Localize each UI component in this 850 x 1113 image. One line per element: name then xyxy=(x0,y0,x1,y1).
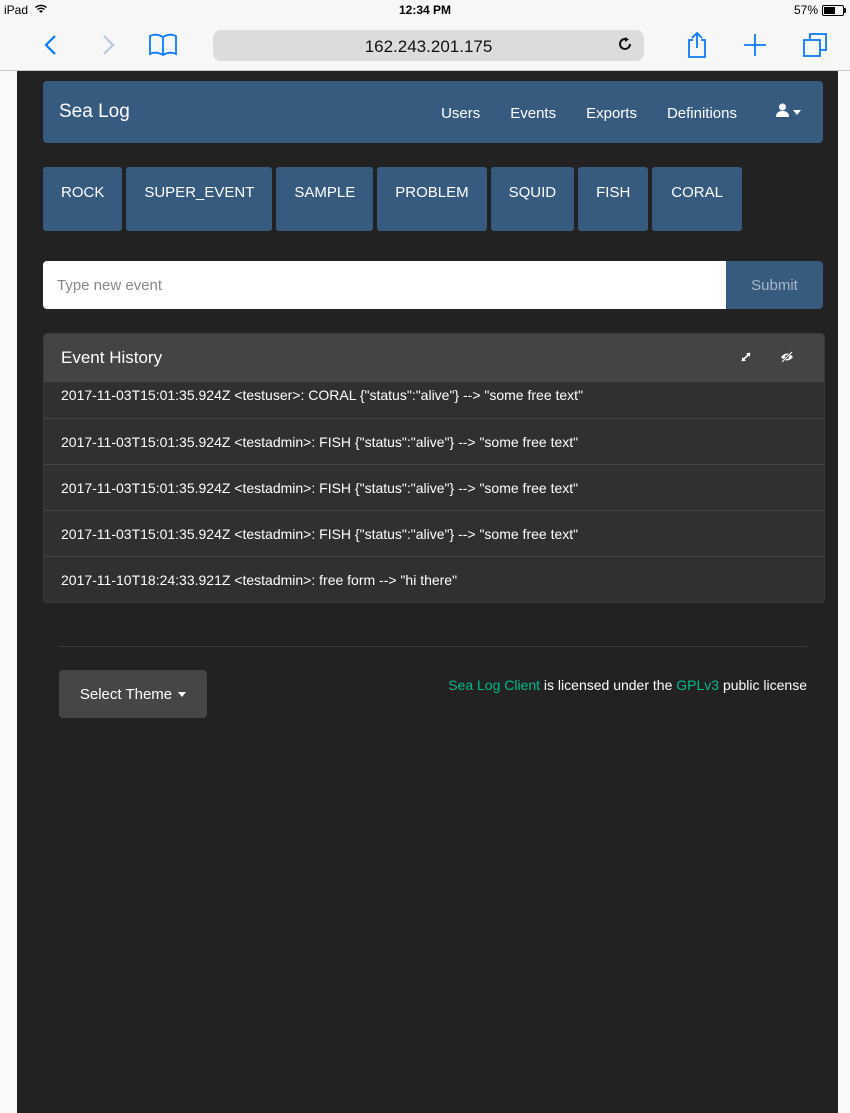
chevron-down-icon xyxy=(793,110,801,115)
panel-header: Event History xyxy=(44,334,824,382)
event-row: 2017-11-03T15:01:35.924Z <testuser>: COR… xyxy=(61,387,584,403)
expand-icon[interactable] xyxy=(740,350,752,368)
tabs-icon[interactable] xyxy=(800,30,830,60)
category-button-problem[interactable]: PROBLEM xyxy=(377,167,487,231)
forward-icon[interactable] xyxy=(93,30,123,60)
new-event-input[interactable] xyxy=(43,261,726,309)
new-event-form: Submit xyxy=(43,261,823,309)
event-row: 2017-11-03T15:01:35.924Z <testadmin>: FI… xyxy=(44,464,824,510)
nav-events[interactable]: Events xyxy=(510,105,556,122)
new-tab-icon[interactable] xyxy=(740,30,770,60)
submit-button[interactable]: Submit xyxy=(726,261,823,309)
event-list: 2017-11-03T15:01:35.924Z <testuser>: COR… xyxy=(44,382,824,602)
eye-slash-icon[interactable] xyxy=(780,350,794,368)
select-theme-button[interactable]: Select Theme xyxy=(59,670,207,718)
footer-divider xyxy=(59,646,807,647)
clock: 12:34 PM xyxy=(398,3,452,17)
event-row: 2017-11-03T15:01:35.924Z <testadmin>: FI… xyxy=(44,418,824,464)
nav-definitions[interactable]: Definitions xyxy=(667,105,737,122)
user-menu-button[interactable] xyxy=(776,103,801,122)
status-bar: iPad 12:34 PM 57% xyxy=(0,0,850,22)
gplv3-link[interactable]: GPLv3 xyxy=(676,677,719,693)
back-icon[interactable] xyxy=(36,30,66,60)
category-button-coral[interactable]: CORAL xyxy=(652,167,742,231)
event-row: 2017-11-03T15:01:35.924Z <testadmin>: FI… xyxy=(44,510,824,556)
nav-links: Users Events Exports Definitions xyxy=(441,105,737,122)
bookmarks-icon[interactable] xyxy=(146,30,180,60)
navbar: Sea Log Users Events Exports Definitions xyxy=(43,81,823,143)
event-row: 2017-11-10T18:24:33.921Z <testadmin>: fr… xyxy=(44,556,824,602)
license-text-part: public license xyxy=(719,677,807,693)
panel-tools xyxy=(740,350,794,368)
battery-percent: 57% xyxy=(793,3,818,17)
category-button-rock[interactable]: ROCK xyxy=(43,167,123,231)
category-button-squid[interactable]: SQUID xyxy=(490,167,575,231)
license-text: Sea Log Client is licensed under the GPL… xyxy=(448,677,807,693)
address-bar[interactable]: 162.243.201.175 xyxy=(213,30,644,61)
category-button-sample[interactable]: SAMPLE xyxy=(276,167,374,231)
category-button-super-event[interactable]: SUPER_EVENT xyxy=(126,167,273,231)
panel-title: Event History xyxy=(61,348,163,367)
sea-log-client-link[interactable]: Sea Log Client xyxy=(448,677,540,693)
category-button-fish[interactable]: FISH xyxy=(578,167,649,231)
share-icon[interactable] xyxy=(682,30,712,60)
reload-icon[interactable] xyxy=(616,35,634,58)
nav-exports[interactable]: Exports xyxy=(586,105,637,122)
category-buttons: ROCK SUPER_EVENT SAMPLE PROBLEM SQUID FI… xyxy=(43,167,742,231)
battery-icon xyxy=(822,4,846,16)
browser-toolbar: 162.243.201.175 xyxy=(0,22,850,71)
event-history-panel: Event History 2017-11-03T15:01:35.924Z <… xyxy=(43,333,825,603)
user-icon xyxy=(776,103,789,122)
license-text-part: is licensed under the xyxy=(540,677,677,693)
chevron-down-icon xyxy=(178,691,187,697)
select-theme-label: Select Theme xyxy=(79,685,173,703)
brand-link[interactable]: Sea Log xyxy=(59,101,130,123)
nav-users[interactable]: Users xyxy=(441,105,480,122)
url-text: 162.243.201.175 xyxy=(364,37,493,56)
status-right: 57% xyxy=(793,3,846,17)
